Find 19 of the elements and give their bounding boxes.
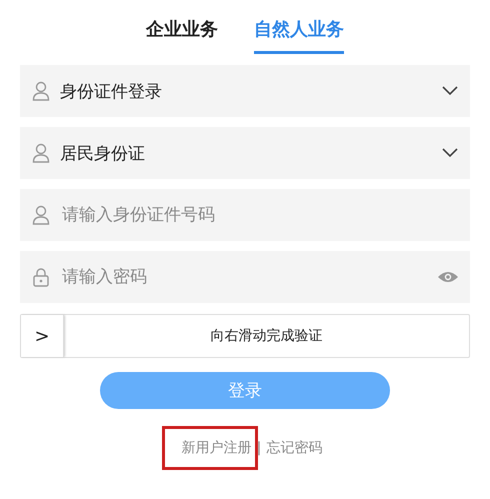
lock-icon [32,267,50,287]
chevron-down-icon[interactable] [442,148,458,158]
register-link[interactable]: 新用户注册 [164,429,255,467]
tab[interactable]: 企业业务 [146,14,218,54]
slider-label: 向右滑动完成验证 [210,327,324,346]
tab[interactable]: 自然人业务 [254,14,344,54]
password-field[interactable]: 请输入密码 [60,266,428,288]
password-box[interactable]: 请输入密码 [20,251,470,303]
user-icon [32,81,50,101]
forgot-password-link[interactable]: 忘记密码 [263,429,326,467]
chevron-down-icon[interactable] [442,86,458,96]
user-icon [32,143,50,163]
input-field[interactable]: 请输入身份证件号码 [60,204,458,226]
slide-verification[interactable]: > 向右滑动完成验证 [20,314,470,358]
eye-icon[interactable] [438,271,458,283]
separator: | [256,440,262,456]
user-icon [32,205,50,225]
id-number-field[interactable]: 请输入身份证件号码 [20,189,470,241]
slider-handle[interactable]: > [21,315,64,357]
